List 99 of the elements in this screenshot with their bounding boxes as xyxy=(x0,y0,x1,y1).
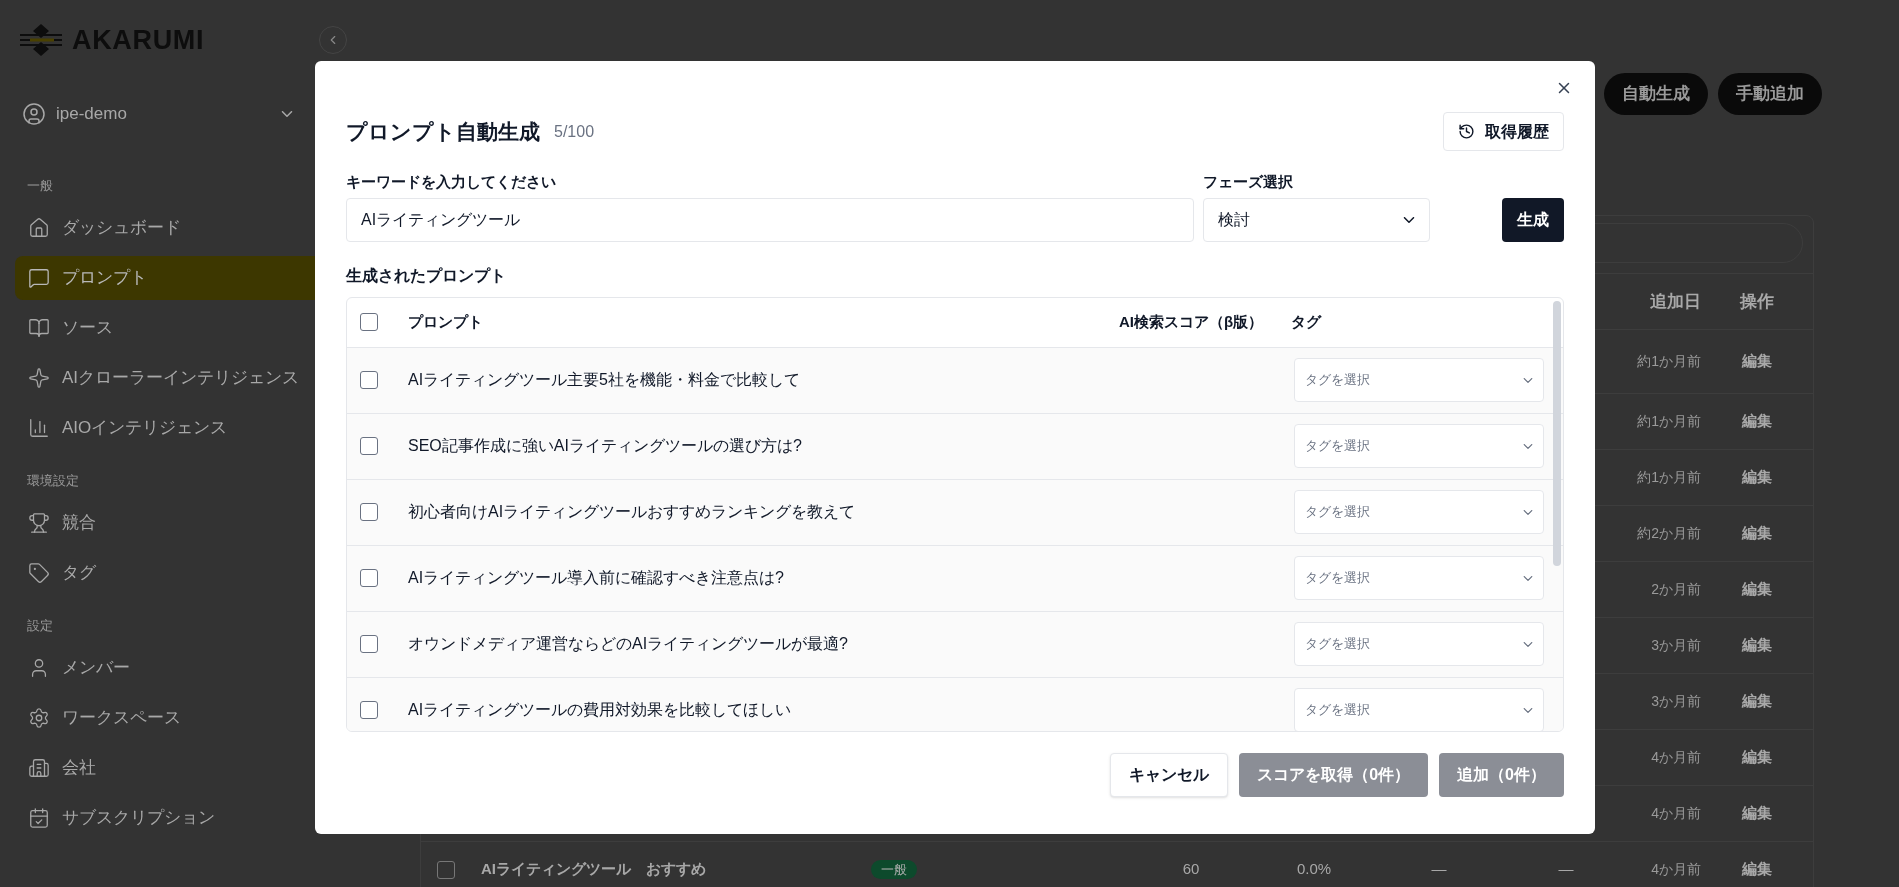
prompt-text: オウンドメディア運営ならどのAIライティングツールが最適? xyxy=(408,634,848,654)
date-cell: 約2か月前 xyxy=(1637,525,1701,542)
date-cell: 3か月前 xyxy=(1651,693,1701,710)
tag-icon xyxy=(28,562,50,584)
nav-item[interactable]: ダッシュボード xyxy=(15,206,315,250)
prompt-text: AIライティングツール導入前に確認すべき注意点は? xyxy=(408,568,784,588)
column-header: プロンプト xyxy=(408,311,483,332)
nav-item[interactable]: ワークスペース xyxy=(15,696,315,740)
edit-link[interactable]: 編集 xyxy=(1742,352,1772,370)
scrollbar-thumb[interactable] xyxy=(1553,300,1561,566)
table-cell: AIライティングツール おすすめ xyxy=(481,860,706,878)
section-heading: 環境設定 xyxy=(26,472,80,491)
generate-button[interactable]: 生成 xyxy=(1502,197,1564,242)
date-cell: 4か月前 xyxy=(1651,861,1701,878)
chevron-down-icon xyxy=(1523,707,1533,713)
nav-item[interactable]: サブスクリプション xyxy=(15,796,315,840)
edit-link[interactable]: 編集 xyxy=(1742,636,1772,654)
tag-select[interactable]: タグを選択 xyxy=(1294,688,1544,731)
dialog-title: プロンプト自動生成 xyxy=(346,118,540,145)
edit-link[interactable]: 編集 xyxy=(1742,524,1772,542)
home-icon xyxy=(28,217,50,239)
table-cell: 60 xyxy=(1182,860,1200,878)
chevron-down-icon xyxy=(1523,641,1533,647)
edit-link[interactable]: 編集 xyxy=(1742,860,1772,878)
history-button[interactable]: 取得履歴 xyxy=(1443,112,1564,151)
tag-badge: 一般 xyxy=(871,860,917,880)
chat-bubble-icon xyxy=(28,267,50,289)
settings-icon xyxy=(28,707,50,729)
header-action-button[interactable]: 手動追加 xyxy=(1718,73,1822,115)
bar-chart-icon xyxy=(28,417,50,439)
phase-select[interactable]: 検討 xyxy=(1203,197,1430,242)
chevron-down-icon xyxy=(1403,216,1415,223)
edit-link[interactable]: 編集 xyxy=(1742,692,1772,710)
book-icon xyxy=(28,317,50,339)
chevron-down-icon xyxy=(1523,443,1533,449)
chevron-down-icon xyxy=(281,111,293,117)
prompt-text: AIライティングツール主要5社を機能・料金で比較して xyxy=(408,370,800,390)
tag-select[interactable]: タグを選択 xyxy=(1294,424,1544,468)
date-cell: 約1か月前 xyxy=(1637,469,1701,486)
field-label: フェーズ選択 xyxy=(1203,172,1294,192)
header-action-button[interactable]: 自動生成 xyxy=(1604,73,1708,115)
nav-item[interactable]: 競合 xyxy=(15,501,315,545)
keyword-input[interactable]: AIライティングツール xyxy=(346,197,1194,242)
tag-select[interactable]: タグを選択 xyxy=(1294,358,1544,402)
checkbox[interactable] xyxy=(437,860,455,879)
sparkle-icon xyxy=(28,367,50,389)
trophy-icon xyxy=(28,512,50,534)
date-cell: 2か月前 xyxy=(1651,581,1701,598)
date-cell: 4か月前 xyxy=(1651,805,1701,822)
date-cell: 3か月前 xyxy=(1651,637,1701,654)
nav-item[interactable]: プロンプト xyxy=(15,256,315,300)
building-icon xyxy=(28,757,50,779)
edit-link[interactable]: 編集 xyxy=(1742,580,1772,598)
account-icon xyxy=(22,102,46,126)
calendar-icon xyxy=(28,807,50,829)
edit-link[interactable]: 編集 xyxy=(1742,748,1772,766)
tag-select[interactable]: タグを選択 xyxy=(1294,556,1544,600)
account-switcher[interactable]: ipe-demo xyxy=(15,94,300,134)
edit-link[interactable]: 編集 xyxy=(1742,804,1772,822)
table-cell: 0.0% xyxy=(1296,860,1332,878)
nav-item[interactable]: タグ xyxy=(15,551,315,595)
history-icon xyxy=(1458,123,1475,140)
dialog-button[interactable]: キャンセル xyxy=(1110,752,1229,797)
nav-item[interactable]: メンバー xyxy=(15,646,315,690)
checkbox[interactable] xyxy=(360,701,378,719)
column-header: AI検索スコア（β版） xyxy=(1119,311,1264,332)
tag-select[interactable]: タグを選択 xyxy=(1294,622,1544,666)
prompt-text: AIライティングツールの費用対効果を比較してほしい xyxy=(408,700,792,720)
section-heading: 設定 xyxy=(26,617,54,636)
checkbox[interactable] xyxy=(360,569,378,587)
prompt-text: 初心者向けAIライティングツールおすすめランキングを教えて xyxy=(408,502,856,522)
date-cell: 約1か月前 xyxy=(1637,413,1701,430)
nav-item[interactable]: ソース xyxy=(15,306,315,350)
checkbox[interactable] xyxy=(360,503,378,521)
logo-icon xyxy=(18,23,64,57)
chevron-down-icon xyxy=(1523,575,1533,581)
tag-select[interactable]: タグを選択 xyxy=(1294,490,1544,534)
checkbox[interactable] xyxy=(360,437,378,455)
field-label: キーワードを入力してください xyxy=(346,172,557,192)
date-cell: 約1か月前 xyxy=(1637,353,1701,370)
table-cell: — xyxy=(1431,860,1447,878)
chevron-down-icon xyxy=(1523,377,1533,383)
section-label: 生成されたプロンプト xyxy=(346,265,507,286)
checkbox[interactable] xyxy=(360,313,378,331)
nav-item[interactable]: 会社 xyxy=(15,746,315,790)
column-header: 操作 xyxy=(1738,290,1775,313)
checkbox[interactable] xyxy=(360,635,378,653)
prompt-text: SEO記事作成に強いAIライティングツールの選び方は? xyxy=(408,436,802,456)
date-cell: 4か月前 xyxy=(1651,749,1701,766)
edit-link[interactable]: 編集 xyxy=(1742,412,1772,430)
nav-item[interactable]: AIクローラーインテリジェンス xyxy=(15,356,315,400)
checkbox[interactable] xyxy=(360,371,378,389)
column-header: 追加日 xyxy=(1649,290,1701,313)
column-header: タグ xyxy=(1291,311,1321,332)
quota-counter: 5/100 xyxy=(554,121,595,142)
nav-item[interactable]: AIOインテリジェンス xyxy=(15,406,315,450)
edit-link[interactable]: 編集 xyxy=(1742,468,1772,486)
table-cell: — xyxy=(1558,860,1574,878)
chevron-down-icon xyxy=(1523,509,1533,515)
